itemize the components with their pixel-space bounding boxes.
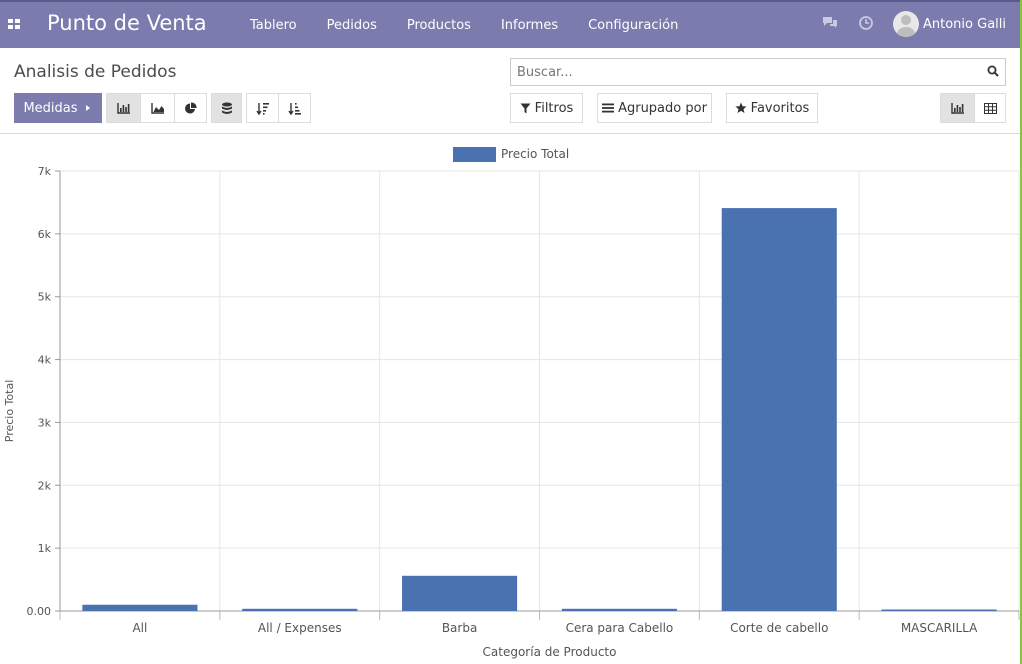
menu-item-pedidos[interactable]: Pedidos: [317, 18, 377, 33]
filter-icon: [520, 103, 531, 113]
x-tick-label: Corte de cabello: [730, 621, 828, 635]
pie-chart-button[interactable]: [174, 93, 207, 123]
search-box: [510, 58, 1006, 86]
user-avatar[interactable]: [893, 11, 919, 37]
menu-item-productos[interactable]: Productos: [397, 18, 471, 33]
bar-chart-button[interactable]: [106, 93, 141, 123]
menu-item-tablero[interactable]: Tablero: [240, 18, 297, 33]
y-axis-title: Precio Total: [3, 380, 16, 443]
x-tick-label: All / Expenses: [258, 621, 342, 635]
filters-button[interactable]: Filtros: [510, 93, 583, 123]
bar-5: [881, 609, 997, 611]
caret-right-icon: [85, 105, 90, 111]
list-icon: [602, 103, 615, 113]
y-tick-label: 4k: [38, 354, 52, 367]
bar-chart-icon: [950, 103, 964, 114]
groupby-button[interactable]: Agrupado por: [597, 93, 712, 123]
search-icon[interactable]: [987, 65, 999, 77]
y-tick-label: 6k: [38, 228, 52, 241]
x-tick-label: Barba: [442, 621, 478, 635]
x-tick-label: Cera para Cabello: [566, 621, 674, 635]
database-icon: [221, 102, 232, 114]
measures-button[interactable]: Medidas: [14, 93, 102, 123]
y-tick-label: 3k: [38, 416, 52, 429]
favorites-button[interactable]: Favoritos: [726, 93, 818, 123]
bar-0: [82, 604, 198, 611]
search-input[interactable]: [511, 59, 971, 85]
graph-view-button[interactable]: [940, 93, 975, 123]
measures-label: Medidas: [23, 100, 78, 116]
app-window: Punto de Venta Tablero Pedidos Productos…: [0, 0, 1022, 664]
menu-item-informes[interactable]: Informes: [491, 18, 558, 33]
bar-3: [561, 608, 677, 611]
apps-menu-icon[interactable]: [8, 19, 21, 30]
bar-2: [402, 575, 518, 611]
line-chart-button[interactable]: [140, 93, 175, 123]
user-name[interactable]: Antonio Galli: [923, 17, 1006, 32]
star-icon: [735, 102, 747, 113]
x-tick-label: All: [132, 621, 147, 635]
y-tick-label: 2k: [38, 479, 52, 492]
favorites-label: Favoritos: [750, 100, 810, 116]
y-tick-label: 1k: [38, 542, 52, 555]
x-axis-title: Categoría de Producto: [483, 645, 617, 659]
bar-chart: 0.00 1k 2k 3k 4k 5k 6k 7k All All / Expenses Barba…: [3, 147, 1020, 659]
legend-swatch: [453, 147, 496, 162]
y-tick-label: 5k: [38, 291, 52, 304]
groupby-label: Agrupado por: [618, 100, 707, 116]
stacked-button[interactable]: [211, 93, 242, 123]
navbar-right: Antonio Galli: [821, 11, 1006, 37]
y-tick-label: 0.00: [27, 605, 52, 618]
main-menu: Tablero Pedidos Productos Informes Confi…: [240, 18, 698, 33]
y-tick-label: 7k: [38, 165, 52, 178]
bar-4: [721, 208, 837, 611]
sort-ascending-button[interactable]: [278, 93, 311, 123]
x-tick-label: MASCARILLA: [901, 621, 978, 635]
sort-descending-button[interactable]: [246, 93, 279, 123]
chat-icon[interactable]: [821, 15, 839, 33]
filters-label: Filtros: [534, 100, 574, 116]
page-title: Analisis de Pedidos: [14, 62, 177, 82]
pivot-view-button[interactable]: [974, 93, 1006, 123]
area-chart-icon: [150, 103, 164, 114]
legend-label: Precio Total: [501, 147, 569, 161]
bar-chart-icon: [116, 103, 130, 114]
app-title: Punto de Venta: [47, 11, 207, 35]
top-navbar: Punto de Venta Tablero Pedidos Productos…: [0, 0, 1020, 48]
pie-chart-icon: [185, 101, 197, 113]
menu-item-configuracion[interactable]: Configuración: [578, 18, 678, 33]
sort-descending-icon: [255, 102, 269, 115]
bar-1: [242, 608, 358, 611]
table-icon: [983, 102, 997, 114]
clock-icon[interactable]: [857, 15, 875, 33]
sort-ascending-icon: [287, 102, 301, 115]
